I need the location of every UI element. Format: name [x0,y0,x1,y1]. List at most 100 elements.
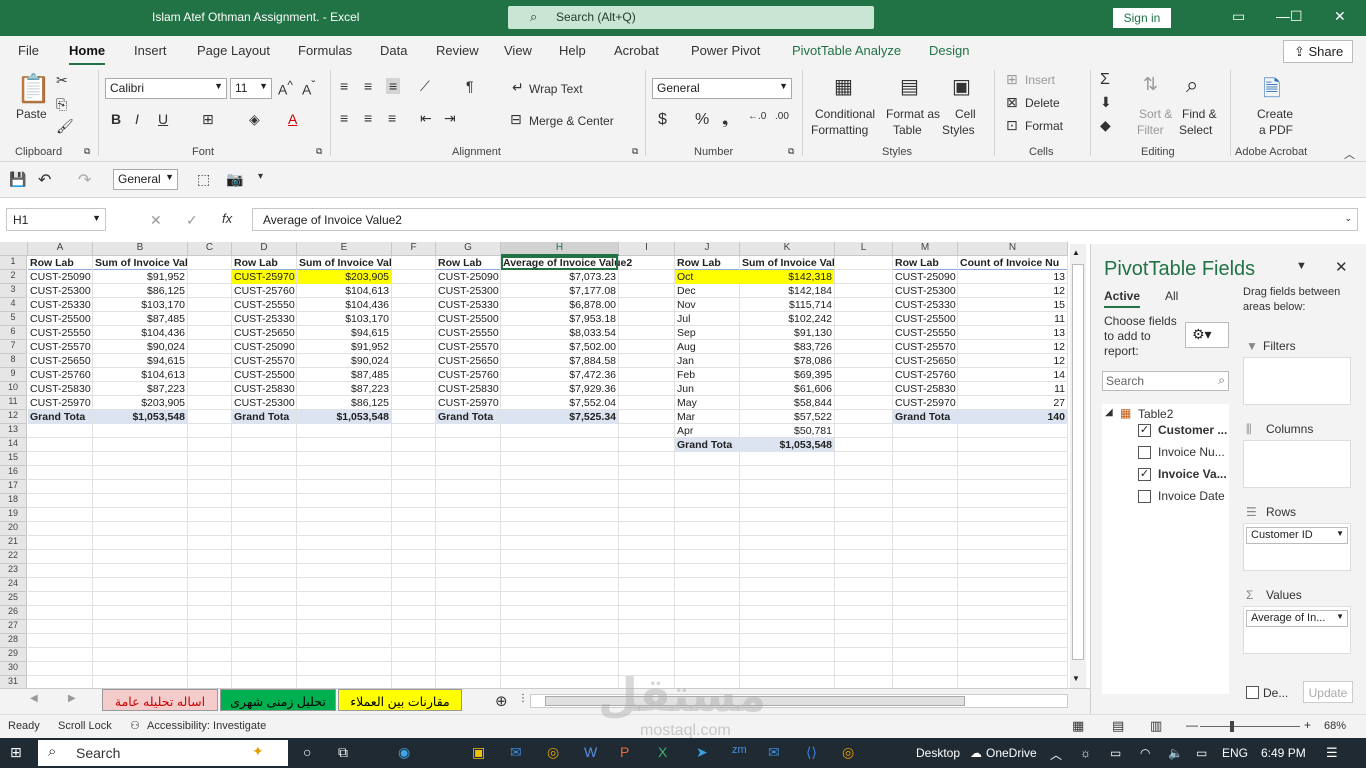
tab-all[interactable]: All [1165,289,1178,303]
scroll-up-icon[interactable]: ▲ [1072,248,1080,257]
row-header[interactable]: 19 [0,508,27,522]
pivot-row-label[interactable]: CUST-25830 [232,382,296,396]
field-label[interactable]: Customer ... [1158,423,1227,437]
pivot-value[interactable]: $69,395 [740,368,834,382]
column-header-g[interactable]: G [436,242,501,256]
pivot-grand-total-value[interactable]: $1,053,548 [740,438,834,452]
conditional-formatting-icon[interactable]: ▦ [834,74,853,99]
defer-update-checkbox[interactable] [1246,686,1259,699]
paste-label[interactable]: Paste [16,107,47,121]
font-color-icon[interactable]: A [288,111,297,127]
find-select-label-1[interactable]: Find & [1182,107,1217,121]
row-header[interactable]: 4 [0,298,27,312]
field-label[interactable]: Invoice Nu... [1158,445,1225,459]
pivot-row-label[interactable]: CUST-25090 [28,270,92,284]
pivot-row-label[interactable]: CUST-25760 [232,284,296,298]
tab-review[interactable]: Review [436,43,479,58]
row-header[interactable]: 12 [0,410,27,424]
align-middle-icon[interactable]: ≡ [364,78,372,94]
expand-formula-icon[interactable]: ⌄ [1344,213,1352,224]
row-header[interactable]: 30 [0,662,27,676]
create-pdf-label-2[interactable]: a PDF [1259,123,1293,137]
cortana-icon[interactable]: ○ [303,744,311,760]
pivot-row-label[interactable]: CUST-25760 [436,368,500,382]
normal-view-icon[interactable]: ▦ [1072,718,1084,734]
pivot-grand-total-value[interactable]: $1,053,548 [297,410,391,424]
column-header-d[interactable]: D [232,242,297,256]
layout-tools-button[interactable]: ⚙▾ [1185,322,1229,348]
pivot-row-label[interactable]: Jun [675,382,739,396]
row-header[interactable]: 25 [0,592,27,606]
pivot-value[interactable]: $90,024 [93,340,187,354]
status-accessibility[interactable]: Accessibility: Investigate [147,720,266,732]
pivot-row-label[interactable]: Feb [675,368,739,382]
pivot-row-label[interactable]: CUST-25300 [893,284,957,298]
pivot-row-label[interactable]: Sep [675,326,739,340]
tab-power-pivot[interactable]: Power Pivot [691,43,760,58]
pivot-value[interactable]: $90,024 [297,354,391,368]
close-pane-icon[interactable]: ✕ [1335,258,1348,276]
windows-start-icon[interactable]: ⊞ [10,744,22,761]
row-header[interactable]: 5 [0,312,27,326]
row-header[interactable]: 6 [0,326,27,340]
sort-filter-icon[interactable]: ⇅ [1143,74,1158,95]
pivot-row-label[interactable]: CUST-25970 [436,396,500,410]
excel-icon[interactable]: X [658,744,667,760]
pivot-row-label[interactable]: Aug [675,340,739,354]
font-name-select[interactable]: Calibri ▼ [105,78,227,99]
pivot-value[interactable]: $86,125 [93,284,187,298]
pivot-row-label[interactable]: CUST-25970 [28,396,92,410]
pivot-row-label[interactable]: CUST-25760 [28,368,92,382]
pivot-value[interactable]: $6,878.00 [501,298,618,312]
save-icon[interactable]: 💾 [9,171,26,188]
close-icon[interactable]: ✕ [1334,8,1346,25]
pivot-value[interactable]: 12 [958,340,1067,354]
pivot-row-label[interactable]: CUST-25090 [893,270,957,284]
pivot-row-label[interactable]: Oct [675,270,739,284]
outlook-icon[interactable]: ✉ [768,744,780,761]
create-pdf-icon[interactable]: 🗎 [1263,72,1281,110]
tab-help[interactable]: Help [559,43,586,58]
pivot-value[interactable]: $86,125 [297,396,391,410]
sign-in-button[interactable]: Sign in [1113,8,1171,28]
wifi-icon[interactable]: ◠ [1140,746,1150,760]
pivot-row-label-header[interactable]: Row Lab [893,256,957,270]
sheet-tab-2[interactable]: تحليل زمنى شهرى [220,689,336,711]
pivot-value[interactable]: $104,436 [297,298,391,312]
pivot-grand-total-label[interactable]: Grand Tota [675,438,739,452]
pivot-row-label[interactable]: Jan [675,354,739,368]
row-header[interactable]: 22 [0,550,27,564]
pivot-value[interactable]: $102,242 [740,312,834,326]
field-checkbox[interactable]: ✓ [1138,468,1151,481]
column-header-m[interactable]: M [893,242,958,256]
orientation-icon[interactable]: ⟋ [420,78,430,95]
row-header[interactable]: 9 [0,368,27,382]
font-launcher-icon[interactable]: ⧉ [316,146,322,157]
pivot-row-label[interactable]: CUST-25330 [28,298,92,312]
pivot-grand-total-value[interactable]: 140 [958,410,1067,424]
pivot-value[interactable]: $7,472.36 [501,368,618,382]
formula-input[interactable]: Average of Invoice Value2 ⌄ [252,208,1358,231]
borders-icon[interactable]: ⊞ [202,111,214,128]
update-button[interactable]: Update [1303,681,1353,703]
number-format-select[interactable]: General ▼ [652,78,792,99]
enter-icon[interactable]: ✓ [186,212,198,229]
pivot-row-label[interactable]: CUST-25650 [893,354,957,368]
pivot-row-label[interactable]: CUST-25330 [893,298,957,312]
column-header-b[interactable]: B [93,242,188,256]
pivot-row-label[interactable]: CUST-25090 [436,270,500,284]
field-label[interactable]: Invoice Date [1158,489,1225,503]
telegram-icon[interactable]: ➤ [696,744,708,761]
tab-view[interactable]: View [504,43,532,58]
pivot-value[interactable]: $87,223 [93,382,187,396]
rows-drop-zone[interactable]: Customer ID ▼ [1243,523,1351,571]
row-header[interactable]: 31 [0,676,27,688]
camera-icon[interactable]: 📷 [226,171,243,188]
row-header[interactable]: 21 [0,536,27,550]
tab-design[interactable]: Design [929,43,969,58]
pivot-value[interactable]: $83,726 [740,340,834,354]
pivot-value[interactable]: $203,905 [297,270,391,284]
pivot-value[interactable]: 12 [958,284,1067,298]
pivot-row-label[interactable]: Jul [675,312,739,326]
pivot-row-label[interactable]: CUST-25550 [28,326,92,340]
